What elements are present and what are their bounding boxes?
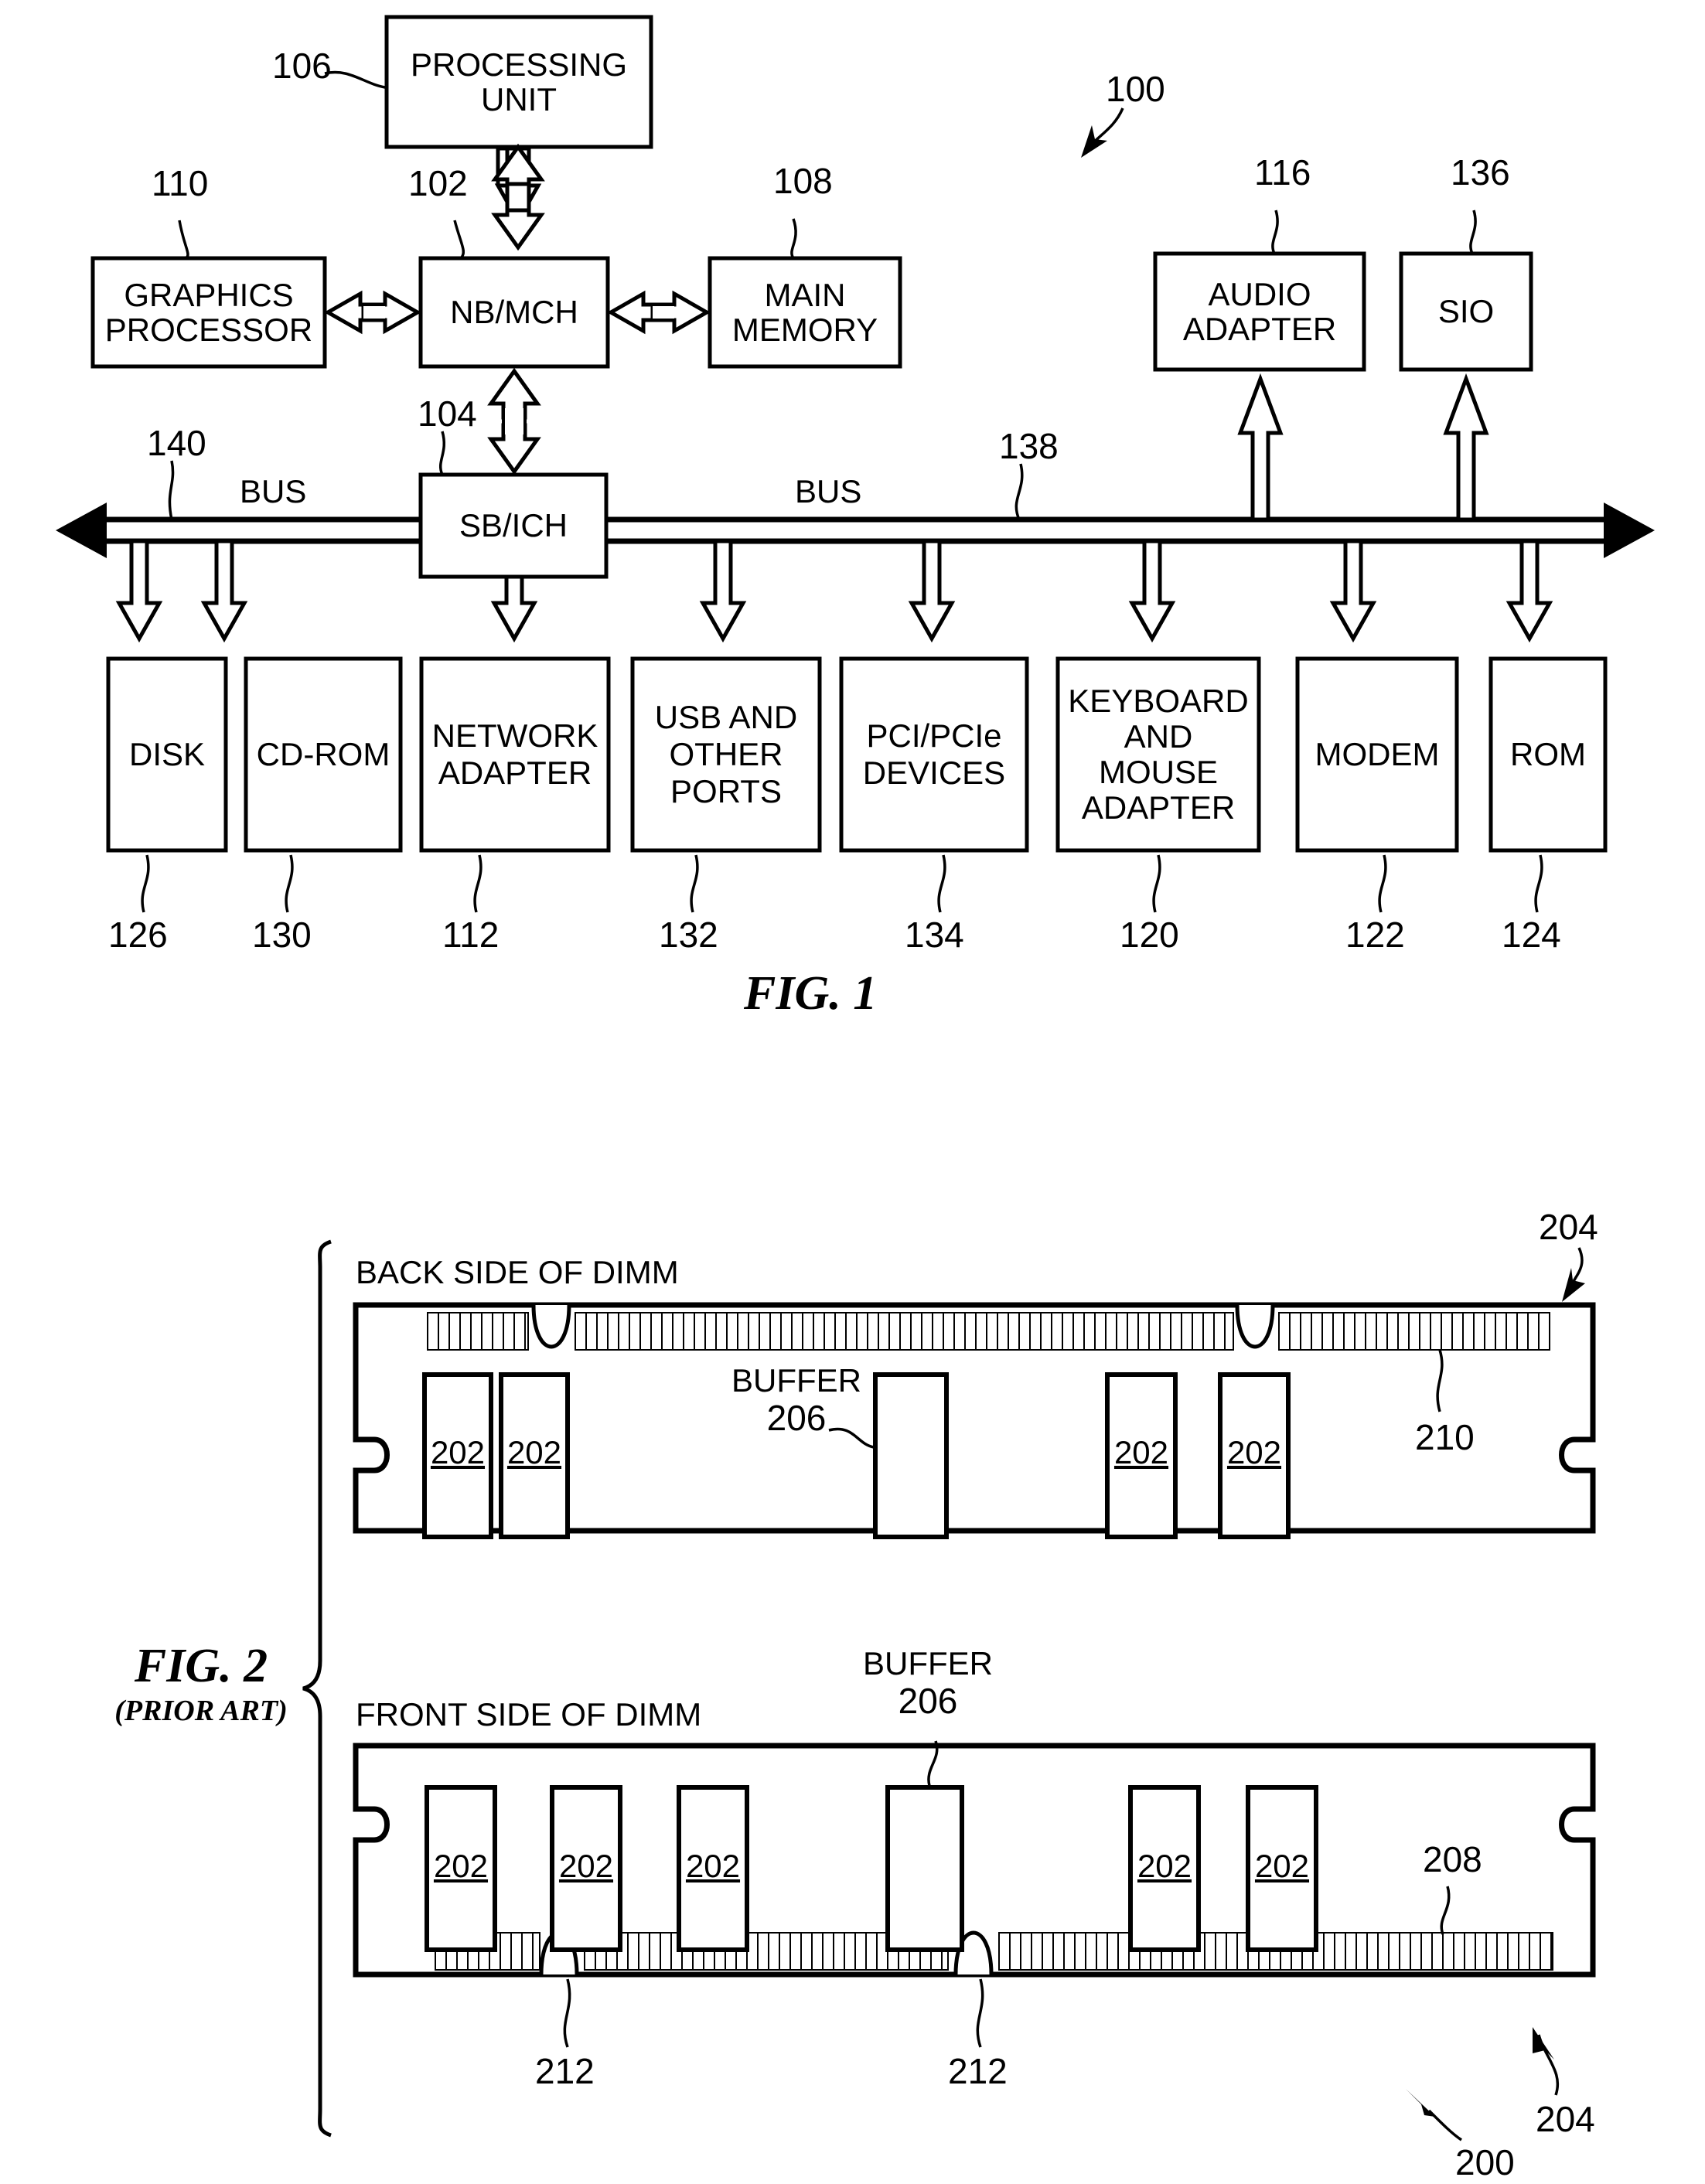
bottom-leaders: [141, 854, 1543, 913]
label-disk: DISK: [128, 736, 206, 772]
label-main-memory: MAIN MEMORY: [731, 276, 878, 348]
chip-label-back-2: 202: [506, 1434, 562, 1470]
dimm-front-board: [353, 1743, 1596, 1978]
ref-112: 112: [442, 915, 500, 955]
front-side-of-dimm-label: FRONT SIDE OF DIMM: [356, 1696, 702, 1733]
bus-label-left: BUS: [240, 473, 307, 509]
ref-102: 102: [408, 163, 468, 203]
chip-label-front-4: 202: [1137, 1848, 1192, 1884]
ref-140: 140: [147, 423, 206, 463]
bus-arrowhead-left: [56, 503, 107, 558]
ref-208: 208: [1423, 1839, 1482, 1879]
arrowhead-200: [1406, 2089, 1435, 2117]
patent-figure-sheet: .bx{fill:#fff;stroke:#000;stroke-width:5…: [0, 0, 1705, 2184]
arrow-gfx-nbmch: [323, 290, 422, 335]
leader-212-right: [976, 1978, 984, 2048]
ref-204-top: 204: [1539, 1207, 1598, 1247]
label-cd-rom: CD-ROM: [256, 736, 390, 772]
figure2-caption: FIG. 2: [134, 1640, 268, 1692]
leader-102: [453, 220, 465, 260]
label-nb-mch: NB/MCH: [450, 294, 578, 330]
ref-100: 100: [1106, 69, 1165, 109]
ref-106: 106: [272, 46, 332, 86]
ref-132: 132: [659, 915, 718, 955]
arrowhead-100: [1081, 125, 1107, 158]
label-modem: MODEM: [1315, 736, 1440, 772]
ref-104: 104: [418, 394, 477, 434]
leader-138: [1014, 463, 1024, 520]
ref-204-bottom: 204: [1536, 2099, 1595, 2139]
leader-116: [1271, 210, 1279, 254]
leader-108: [790, 218, 797, 259]
ref-130: 130: [252, 915, 312, 955]
ref-210: 210: [1415, 1417, 1475, 1457]
leader-212-left: [563, 1978, 571, 2048]
chip-label-back-3: 202: [1113, 1434, 1169, 1470]
label-audio-adapter: AUDIO ADAPTER: [1182, 275, 1337, 347]
chip-label-front-1: 202: [433, 1848, 489, 1884]
label-rom: ROM: [1510, 736, 1586, 772]
figure2-subcaption: (PRIOR ART): [114, 1695, 288, 1727]
leader-106: [324, 70, 386, 89]
ref-212-right: 212: [948, 2051, 1008, 2091]
figure2-caption-group: FIG. 2 (PRIOR ART): [85, 1639, 317, 1728]
ref-124: 124: [1502, 915, 1561, 955]
label-keyboard-mouse-adapter: KEYBOARD AND MOUSE ADAPTER: [1068, 682, 1249, 826]
chip-label-front-2: 202: [558, 1848, 614, 1884]
buffer-chip-front: [885, 1785, 964, 1952]
ref-136: 136: [1451, 152, 1510, 193]
arrow-nbmch-mainmemory: [606, 290, 711, 335]
ref-110: 110: [152, 163, 209, 203]
label-processing-unit: PROCESSING UNIT: [410, 46, 628, 118]
arrowhead-204-top: [1562, 1268, 1585, 1302]
arrow-nbmch-sbich: [487, 367, 541, 475]
leader-110: [178, 220, 189, 260]
back-side-of-dimm-label: BACK SIDE OF DIMM: [356, 1254, 679, 1290]
chip-label-front-5: 202: [1254, 1848, 1310, 1884]
ref-116: 116: [1254, 152, 1311, 193]
leader-140: [168, 460, 175, 520]
ref-212-left: 212: [535, 2051, 595, 2091]
figure1-caption: FIG. 1: [744, 967, 878, 1020]
arrowhead-204-bottom: [1533, 2027, 1554, 2060]
buffer-label-back: BUFFER 206: [731, 1362, 861, 1439]
leader-200: [1427, 2109, 1462, 2141]
bus-label-right: BUS: [795, 473, 862, 509]
label-network-adapter: NETWORK ADAPTER: [431, 717, 598, 791]
bus-arrowhead-right: [1604, 503, 1655, 558]
chip-label-back-1: 202: [430, 1434, 486, 1470]
label-sb-ich: SB/ICH: [459, 507, 568, 543]
label-graphics-processor: GRAPHICS PROCESSOR: [104, 276, 313, 348]
ref-126: 126: [108, 915, 168, 955]
bus-up-arrows: [1237, 373, 1489, 522]
ref-138: 138: [999, 426, 1059, 466]
chip-label-front-3: 202: [685, 1848, 741, 1884]
chip-label-back-4: 202: [1226, 1434, 1282, 1470]
leader-136: [1469, 210, 1477, 254]
ref-134: 134: [905, 915, 964, 955]
bus-down-arrows: [115, 539, 1553, 643]
buffer-label-front: BUFFER 206: [863, 1645, 993, 1722]
label-pci-pcie-devices: PCI/PCIe DEVICES: [862, 717, 1006, 791]
leader-104: [438, 431, 446, 475]
buffer-chip-back: [873, 1372, 949, 1539]
ref-200: 200: [1455, 2142, 1515, 2182]
label-usb-other-ports: USB AND OTHER PORTS: [654, 698, 798, 810]
ref-120: 120: [1120, 915, 1179, 955]
label-sio: SIO: [1437, 293, 1495, 329]
ref-108: 108: [773, 161, 833, 201]
ref-122: 122: [1345, 915, 1405, 955]
